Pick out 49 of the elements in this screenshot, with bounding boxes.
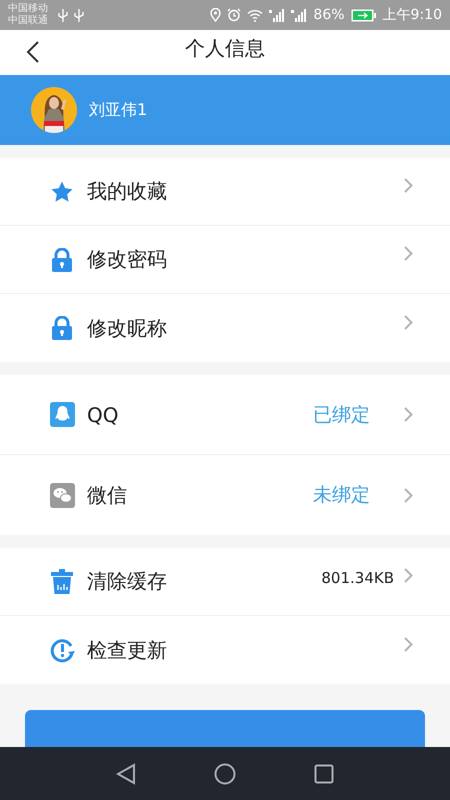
chevron-right-icon [404, 488, 413, 502]
usb-icon [58, 8, 68, 22]
usb-icon [74, 8, 84, 22]
settings-row[interactable]: 检查更新 [0, 616, 450, 684]
cache-size: 801.34KB [321, 568, 394, 586]
chat-bubbles-icon [50, 482, 74, 508]
row-label: QQ [87, 402, 118, 426]
lock-icon [51, 248, 73, 272]
battery-icon [350, 8, 377, 22]
settings-row[interactable]: 微信 未绑定 [0, 455, 450, 535]
chevron-right-icon [404, 246, 413, 261]
binding-status: 未绑定 [313, 483, 370, 508]
user-name: 刘亚伟1 [89, 100, 148, 120]
recent-apps-icon[interactable] [314, 764, 334, 784]
row-label: 微信 [87, 482, 127, 508]
lock-icon [51, 316, 73, 340]
star-icon [50, 180, 74, 204]
row-label: 修改昵称 [87, 314, 167, 342]
chevron-right-icon [404, 636, 413, 652]
chevron-right-icon [404, 407, 413, 422]
home-icon[interactable] [214, 762, 236, 784]
clock-time: 上午9:10 [382, 6, 442, 24]
chevron-right-icon [404, 568, 413, 583]
back-icon[interactable] [116, 762, 136, 784]
back-chevron-icon [26, 40, 40, 64]
row-label: 检查更新 [87, 636, 167, 664]
wifi-icon [247, 8, 264, 22]
signal-icon [291, 8, 308, 22]
refresh-alert-icon [50, 638, 74, 662]
settings-row[interactable]: 我的收藏 [0, 158, 450, 226]
binding-status: 已绑定 [313, 402, 370, 428]
penguin-icon [50, 402, 74, 427]
battery-percent: 86% [313, 7, 345, 23]
chevron-right-icon [404, 314, 413, 330]
row-label: 修改密码 [87, 246, 167, 273]
settings-row[interactable]: 清除缓存 801.34KB [0, 548, 450, 616]
location-icon [210, 8, 222, 22]
settings-row[interactable]: QQ 已绑定 [0, 375, 450, 455]
chevron-right-icon [404, 178, 413, 193]
alarm-icon [227, 8, 242, 22]
row-label: 我的收藏 [87, 178, 167, 205]
carrier-name: 中国移动 [8, 3, 48, 14]
settings-row[interactable]: 修改密码 [0, 226, 450, 294]
row-label: 清除缓存 [87, 568, 167, 595]
trash-bin-icon [50, 569, 74, 594]
signal-icon [269, 8, 286, 22]
carrier-name: 中国联通 [8, 15, 48, 27]
page-title: 个人信息 [185, 35, 265, 62]
settings-row[interactable]: 修改昵称 [0, 294, 450, 362]
